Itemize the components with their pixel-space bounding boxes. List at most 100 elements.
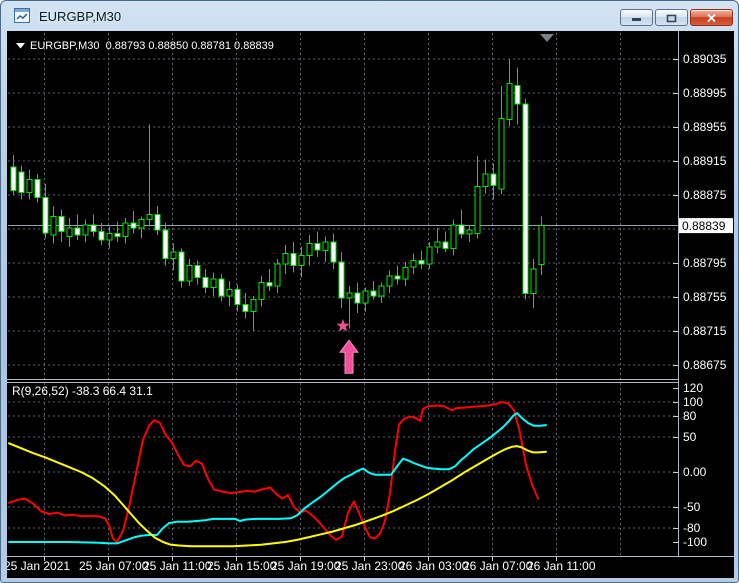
candle-body <box>154 214 161 231</box>
restore-button[interactable] <box>655 9 688 26</box>
candle-body <box>98 231 105 241</box>
indicator-tick-label: 100 <box>683 395 703 409</box>
candle-body <box>482 173 489 188</box>
candle-body <box>18 171 25 194</box>
candle-body <box>506 83 513 120</box>
candle-body <box>498 118 505 190</box>
candle-body <box>458 224 465 235</box>
candle-body <box>514 84 521 105</box>
price-tick-label: 0.88675 <box>683 358 727 372</box>
candle-body <box>474 186 481 234</box>
close-icon <box>707 13 716 22</box>
price-tick-label: 0.88995 <box>683 86 727 100</box>
candle-body <box>442 241 449 250</box>
chart-canvas[interactable]: 0.89035 0.88995 0.88955 0.88915 0.88875 0.887… <box>4 31 734 578</box>
chart-client-area: 0.89035 0.88995 0.88955 0.88915 0.88875 0.887… <box>4 31 734 578</box>
chart-window-icon <box>14 8 30 23</box>
candle-body <box>74 227 81 236</box>
candle-body <box>290 253 297 267</box>
candle-body <box>250 299 257 312</box>
candle-body <box>50 215 57 236</box>
candle-body <box>314 242 321 251</box>
candle-body <box>26 179 33 193</box>
candle-body <box>42 197 49 234</box>
price-tick-label: 0.88795 <box>683 256 727 270</box>
candle-body <box>162 229 169 260</box>
indicator-tick-label: 120 <box>683 381 703 395</box>
candle-body <box>194 265 201 278</box>
candle-body <box>106 232 113 241</box>
minimize-icon <box>631 18 641 21</box>
time-tick-label: 26 Jan 11:00 <box>527 559 596 573</box>
indicator-tick-label: -50 <box>683 500 701 514</box>
svg-text:0.88839: 0.88839 <box>682 219 726 233</box>
candle-body <box>178 251 185 282</box>
candle-body <box>130 222 137 229</box>
indicator-tick-label: 0.00 <box>683 465 707 479</box>
candle-body <box>418 259 425 265</box>
candle-body <box>234 288 241 306</box>
candle-body <box>266 282 273 287</box>
indicator-tick-label: 50 <box>683 430 697 444</box>
candle-body <box>306 242 313 256</box>
candle-body <box>370 290 377 297</box>
candle-body <box>34 179 41 198</box>
title-bar[interactable]: EURGBP,M30 <box>1 1 738 31</box>
candle-body <box>402 266 409 280</box>
candle-body <box>490 173 497 187</box>
candle-body <box>58 215 65 233</box>
price-tick-label: 0.88755 <box>683 290 727 304</box>
candle-body <box>210 278 217 289</box>
indicator-tick-label: 80 <box>683 409 697 423</box>
candle-body <box>226 288 233 297</box>
candle-body <box>170 251 177 260</box>
candle-body <box>82 224 89 236</box>
mt4-chart-window: EURGBP,M30 0.89035 0.88995 0.88955 0.88915 0… <box>0 0 739 583</box>
candle-body <box>10 166 17 192</box>
window-title: EURGBP,M30 <box>39 8 122 24</box>
close-button[interactable] <box>690 9 733 26</box>
candle-body <box>450 224 457 250</box>
indicator-tick-label: -80 <box>683 521 701 535</box>
candle-body <box>202 276 209 289</box>
candle-body <box>394 275 401 280</box>
candle-body <box>90 224 97 233</box>
candle-body <box>122 222 129 238</box>
candle-body <box>298 254 305 267</box>
candle-body <box>386 275 393 287</box>
candle-body <box>434 241 441 248</box>
price-tick-label: 0.89035 <box>683 52 727 66</box>
candle-body <box>354 292 361 304</box>
price-tick-label: 0.88875 <box>683 188 727 202</box>
candle-body <box>426 246 433 265</box>
ohlc-header: EURGBP,M30 0.88793 0.88850 0.88781 0.888… <box>16 40 274 52</box>
candle-body <box>346 292 353 299</box>
candle-body <box>362 290 369 304</box>
candle-body <box>378 285 385 297</box>
candle-body <box>466 229 473 235</box>
candle-body <box>218 278 225 297</box>
candle-body <box>258 282 265 300</box>
candle-body <box>114 232 121 238</box>
candle-body <box>322 241 329 251</box>
candle-body <box>530 268 537 295</box>
candle-body <box>282 253 289 265</box>
price-tick-label: 0.88915 <box>683 154 727 168</box>
svg-text:EURGBP,M30 0.88793 0.88850 0.: EURGBP,M30 0.88793 0.88850 0.88781 0.888… <box>30 40 274 52</box>
indicator-tick-label: -100 <box>683 535 707 549</box>
candle-body <box>410 259 417 268</box>
minimize-button[interactable] <box>620 9 653 26</box>
candle-body <box>146 214 153 221</box>
window-controls <box>620 9 733 26</box>
candle-body <box>274 263 281 287</box>
time-tick-label: 25 Jan 15:00 <box>207 559 277 573</box>
restore-icon <box>666 14 677 22</box>
price-tick-label: 0.88715 <box>683 324 727 338</box>
candle-body <box>538 225 545 266</box>
time-axis: 25 Jan 2021 25 Jan 07:0025 Jan 11:0025 Ja… <box>4 557 596 573</box>
candle-body <box>330 241 337 263</box>
indicator-label: R(9,26,52) -38.3 66.4 31.1 <box>12 384 153 398</box>
time-tick-label: 25 Jan 19:00 <box>271 559 341 573</box>
price-tick-label: 0.88955 <box>683 120 727 134</box>
time-tick-label: 25 Jan 23:00 <box>335 559 405 573</box>
